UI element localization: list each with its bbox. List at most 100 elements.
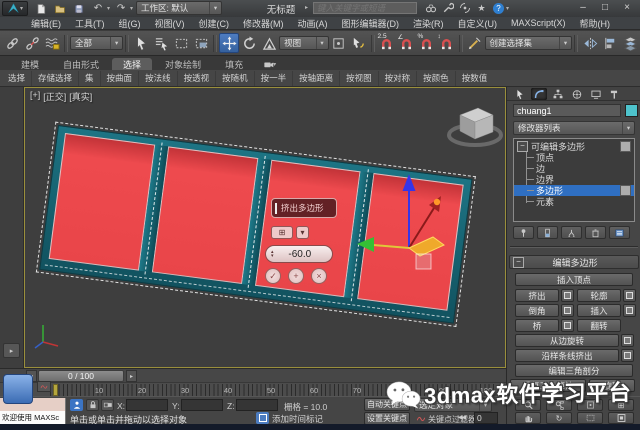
- menu-rendering[interactable]: 渲染(R): [406, 17, 451, 30]
- selection-lock-toggle[interactable]: [86, 399, 99, 411]
- undo-button[interactable]: ↶: [90, 2, 106, 16]
- tool-by-pivot-distance[interactable]: 按轴距离: [292, 70, 339, 86]
- menu-customize[interactable]: 自定义(U): [451, 17, 505, 30]
- angle-snap-button[interactable]: ∠: [397, 33, 417, 53]
- mini-curve-editor-icon[interactable]: [37, 381, 51, 392]
- outline-button[interactable]: 轮廓: [577, 289, 621, 302]
- add-time-tag-icon[interactable]: [256, 412, 269, 424]
- spinner-arrows-icon[interactable]: ▴ ▾: [271, 250, 274, 259]
- ribbon-tab-modeling[interactable]: 建模: [10, 58, 50, 70]
- hinge-from-edge-button[interactable]: 从边旋转: [515, 334, 619, 347]
- nav-orbit-button[interactable]: ↻: [546, 412, 572, 424]
- go-to-start-button[interactable]: ◀◀: [458, 414, 466, 421]
- maximize-button[interactable]: □: [594, 1, 616, 14]
- menu-tools[interactable]: 工具(T): [68, 17, 112, 30]
- z-coordinate-field[interactable]: [236, 399, 278, 411]
- snaps-toggle-button[interactable]: 2.5: [377, 33, 397, 53]
- outline-settings-button[interactable]: [623, 289, 636, 302]
- tool-by-symmetry[interactable]: 按对称: [377, 70, 417, 86]
- favorites-button[interactable]: ★: [474, 1, 489, 15]
- select-by-name-button[interactable]: [151, 33, 171, 53]
- viewport-general-menu[interactable]: [+]: [30, 90, 40, 103]
- tab-modify[interactable]: [531, 88, 547, 100]
- tool-store-selection[interactable]: 存储选择: [31, 70, 78, 86]
- x-coordinate-field[interactable]: [126, 399, 168, 411]
- menu-modifiers[interactable]: 修改器(M): [236, 17, 291, 30]
- mirror-button[interactable]: [580, 33, 600, 53]
- nav-zoom-extents-all-button[interactable]: ⊞: [608, 399, 634, 411]
- extrude-button[interactable]: 挤出: [515, 289, 559, 302]
- unlink-selection-button[interactable]: [22, 33, 42, 53]
- stack-border[interactable]: 边界: [514, 174, 634, 185]
- edit-triangulation-button[interactable]: 编辑三角剖分: [515, 364, 633, 377]
- viewport[interactable]: [+] [正交] [真实] 挤出多边形 ⊞ ▾ ▴ ▾ -60.0 ✓ + ×: [24, 87, 506, 368]
- bevel-button[interactable]: 倒角: [515, 304, 559, 317]
- turn-button[interactable]: 旋转: [589, 379, 635, 392]
- selected-polygon-2[interactable]: [151, 146, 258, 284]
- caddy-extrusion-type-button[interactable]: ⊞: [271, 226, 293, 239]
- selected-polygon-1[interactable]: [48, 132, 156, 271]
- nav-maximize-viewport-button[interactable]: [608, 412, 634, 424]
- tool-by-random[interactable]: 按随机: [215, 70, 254, 86]
- y-coordinate-field[interactable]: [181, 399, 223, 411]
- bind-to-space-warp-button[interactable]: [42, 33, 62, 53]
- use-pivot-center-button[interactable]: [329, 33, 349, 53]
- undo-dropdown-icon[interactable]: ▾: [107, 5, 110, 12]
- minimize-button[interactable]: –: [572, 1, 594, 14]
- menu-create[interactable]: 创建(C): [192, 17, 237, 30]
- stack-edge[interactable]: 边: [514, 163, 634, 174]
- ribbon-tab-freeform[interactable]: 自由形式: [52, 58, 110, 70]
- caddy-height-spinner[interactable]: ▴ ▾ -60.0: [265, 245, 333, 263]
- viewcube[interactable]: [439, 96, 511, 152]
- nav-pan-button[interactable]: [515, 412, 541, 424]
- isolate-selection-toggle[interactable]: [70, 399, 83, 411]
- rollout-collapse-icon[interactable]: −: [513, 256, 524, 268]
- workspace-dropdown[interactable]: 工作区: 默认 ▾: [136, 1, 222, 15]
- tool-select[interactable]: 选择: [2, 71, 31, 86]
- maxscript-mini-listener[interactable]: 欢迎使用 MAXSc: [0, 411, 66, 424]
- tool-by-perspective[interactable]: 按透视: [176, 70, 216, 86]
- new-scene-button[interactable]: [33, 2, 49, 16]
- bevel-settings-button[interactable]: [561, 304, 574, 317]
- hinge-settings-button[interactable]: [621, 334, 634, 347]
- search-button[interactable]: [423, 1, 438, 15]
- select-and-move-button[interactable]: [219, 33, 240, 53]
- align-button[interactable]: [600, 33, 620, 53]
- nav-zoom-all-button[interactable]: [546, 399, 572, 411]
- nav-zoom-region-button[interactable]: [577, 412, 603, 424]
- ribbon-tab-selection[interactable]: 选择: [112, 58, 153, 70]
- tool-by-half[interactable]: 按一半: [253, 70, 293, 86]
- app-logo-button[interactable]: ▾: [2, 1, 28, 16]
- percent-snap-button[interactable]: %: [417, 33, 437, 53]
- toolbar-overflow-icon[interactable]: ▸: [305, 4, 308, 11]
- stack-polygon-selected[interactable]: 多边形: [514, 185, 634, 196]
- ribbon-tab-object-paint[interactable]: 对象绘制: [154, 58, 212, 70]
- extrude-along-spline-settings-button[interactable]: [621, 349, 634, 362]
- redo-button[interactable]: ↷: [113, 2, 129, 16]
- auto-key-button[interactable]: 自动关键点: [364, 398, 410, 411]
- bridge-button[interactable]: 桥: [515, 319, 559, 332]
- caddy-cancel-button[interactable]: ×: [311, 268, 327, 284]
- object-name-field[interactable]: [513, 104, 621, 117]
- selection-filter-dropdown[interactable]: 全部 ▾: [70, 36, 124, 50]
- extrude-along-spline-button[interactable]: 沿样条线挤出: [515, 349, 619, 362]
- tab-utilities[interactable]: [607, 88, 623, 100]
- nav-zoom-button[interactable]: [515, 399, 541, 411]
- ribbon-display-dropdown[interactable]: ▾: [256, 58, 282, 70]
- stack-root-editable-poly[interactable]: − 可编辑多边形: [514, 140, 634, 152]
- bridge-settings-button[interactable]: [561, 319, 574, 332]
- nav-zoom-extents-button[interactable]: [577, 399, 603, 411]
- inset-settings-button[interactable]: [623, 304, 636, 317]
- layer-manager-button[interactable]: [620, 33, 640, 53]
- edit-polygons-rollout-header[interactable]: − 编辑多边形: [509, 255, 639, 269]
- open-mini-curve-editor-button[interactable]: [3, 374, 33, 404]
- ribbon-tab-populate[interactable]: 填充: [214, 58, 254, 70]
- select-object-button[interactable]: [131, 33, 151, 53]
- caddy-height-value[interactable]: -60.0: [276, 249, 332, 260]
- tool-by-normal[interactable]: 按法线: [138, 70, 177, 86]
- menu-maxscript[interactable]: MAXScript(X): [504, 18, 573, 28]
- select-and-link-button[interactable]: [2, 33, 22, 53]
- selection-set-dropdown[interactable]: 选定对象 ▾: [414, 398, 492, 412]
- current-frame-field[interactable]: 0: [474, 412, 498, 424]
- tool-by-numeric[interactable]: 按数值: [454, 70, 494, 86]
